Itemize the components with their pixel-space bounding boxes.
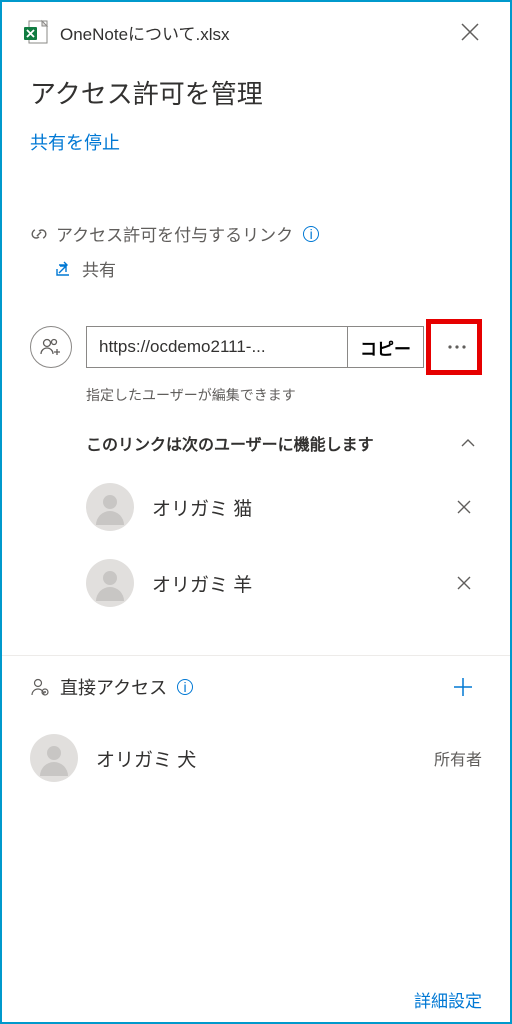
chevron-up-icon <box>460 438 476 448</box>
link-users-section: このリンクは次のユーザーに機能します オリガミ 猫 <box>86 431 482 607</box>
user-name: オリガミ 猫 <box>152 494 446 521</box>
link-description: 指定したユーザーが編集できます <box>86 385 482 405</box>
close-icon <box>460 22 480 42</box>
owner-role: 所有者 <box>434 746 482 770</box>
links-section-header: アクセス許可を付与するリンク i 共有 <box>2 213 510 289</box>
direct-access-label: 直接アクセス <box>60 674 167 700</box>
close-button[interactable] <box>450 18 490 46</box>
copy-button[interactable]: コピー <box>348 326 424 368</box>
stop-sharing-link[interactable]: 共有を停止 <box>30 133 120 153</box>
links-section-label: アクセス許可を付与するリンク <box>56 221 293 246</box>
close-icon <box>456 575 472 591</box>
ellipsis-icon <box>447 344 467 350</box>
page-title: アクセス許可を管理 <box>30 74 482 111</box>
share-label[interactable]: 共有 <box>82 256 116 281</box>
info-icon[interactable]: i <box>177 679 193 695</box>
more-options-button[interactable] <box>437 326 477 368</box>
close-icon <box>456 499 472 515</box>
link-users-toggle[interactable]: このリンクは次のユーザーに機能します <box>86 431 482 455</box>
list-item: オリガミ 羊 <box>86 559 482 607</box>
avatar-icon <box>30 734 78 782</box>
info-icon[interactable]: i <box>303 226 319 242</box>
link-icon <box>30 225 48 243</box>
avatar-icon <box>86 559 134 607</box>
avatar-icon <box>86 483 134 531</box>
remove-user-button[interactable] <box>446 565 482 601</box>
remove-user-button[interactable] <box>446 489 482 525</box>
person-gear-icon <box>30 677 50 697</box>
add-direct-access-button[interactable] <box>444 672 482 702</box>
footer: 詳細設定 <box>414 987 482 1012</box>
people-add-icon[interactable] <box>30 326 72 368</box>
plus-icon <box>452 676 474 698</box>
share-link-input[interactable] <box>86 326 348 368</box>
owner-row: オリガミ 犬 所有者 <box>2 718 510 798</box>
list-item: オリガミ 猫 <box>86 483 482 531</box>
title-section: アクセス許可を管理 共有を停止 <box>2 54 510 165</box>
share-icon <box>54 260 72 278</box>
link-block: コピー 指定したユーザーが編集できます このリンクは次のユーザーに機能します <box>2 289 510 617</box>
dialog-header: OneNoteについて.xlsx <box>2 2 510 54</box>
excel-file-icon <box>22 18 50 46</box>
owner-name: オリガミ 犬 <box>96 745 434 772</box>
file-name: OneNoteについて.xlsx <box>60 20 450 45</box>
link-users-label: このリンクは次のユーザーに機能します <box>86 431 460 455</box>
user-name: オリガミ 羊 <box>152 570 446 597</box>
highlight-box <box>426 319 482 375</box>
advanced-settings-link[interactable]: 詳細設定 <box>414 992 482 1011</box>
direct-access-header: 直接アクセス i <box>2 655 510 718</box>
